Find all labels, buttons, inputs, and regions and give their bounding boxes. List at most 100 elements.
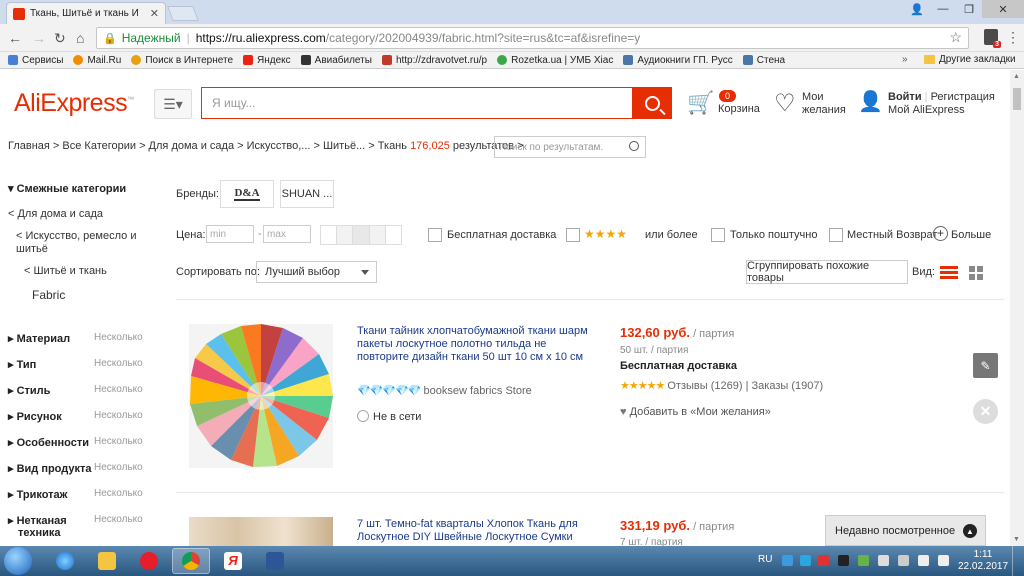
facet-pattern[interactable]: ▸ Рисунок Несколько — [8, 410, 148, 423]
window-close-icon[interactable]: ✕ — [982, 0, 1024, 18]
facet-features[interactable]: ▸ Особенности Несколько — [8, 436, 148, 449]
search-within-results-input[interactable]: Поиск по результатам. — [494, 136, 646, 158]
facet-nonwoven[interactable]: ▸ Нетканая Несколько — [8, 514, 148, 527]
tray-icon[interactable] — [818, 555, 829, 566]
search-button[interactable] — [632, 87, 672, 119]
search-input[interactable]: Я ищу... — [201, 87, 632, 119]
bookmark-rozetka[interactable]: Rozetka.ua | УМБ Xiac — [497, 55, 613, 66]
minimize-icon[interactable]: — — [930, 0, 956, 18]
grid-view-icon[interactable] — [969, 266, 983, 280]
start-button-icon[interactable] — [4, 547, 32, 575]
tray-icon[interactable] — [898, 555, 909, 566]
bookmark-search[interactable]: Поиск в Интернете — [131, 55, 233, 66]
taskbar-opera[interactable] — [130, 548, 168, 574]
product-image[interactable] — [189, 517, 333, 546]
reviews-link[interactable]: Отзывы (1269) — [667, 380, 742, 392]
forward-arrow-icon[interactable]: → — [32, 30, 46, 46]
local-return-checkbox[interactable] — [829, 228, 843, 242]
cart-link[interactable]: 🛒 0 Корзина — [687, 90, 760, 116]
profile-icon[interactable]: 👤 — [904, 0, 930, 18]
sort-select[interactable]: Лучший выбор — [256, 261, 377, 283]
bookmark-avia[interactable]: Авиабилеты — [300, 55, 372, 66]
plus-icon[interactable]: + — [933, 226, 948, 241]
related-categories-heading[interactable]: ▾ Смежные категории — [8, 182, 148, 195]
skype-icon[interactable] — [800, 555, 811, 566]
close-icon[interactable]: ✕ — [973, 399, 998, 424]
facet-product-kind[interactable]: ▸ Вид продукта Несколько — [8, 462, 148, 475]
taskbar-yandex[interactable]: Я — [214, 548, 252, 574]
free-shipping-checkbox[interactable] — [428, 228, 442, 242]
categories-menu-button[interactable]: ☰▾ — [154, 89, 192, 119]
facet-style[interactable]: ▸ Стиль Несколько — [8, 384, 148, 397]
aliexpress-logo[interactable]: AliExpress™ — [14, 89, 134, 118]
product-title-link[interactable]: Ткани тайник хлопчатобумажной ткани шарм… — [357, 325, 597, 364]
product-image[interactable] — [189, 324, 333, 468]
bookmark-audiobooks[interactable]: Аудиокниги ГП. Русс — [623, 55, 733, 66]
back-arrow-icon[interactable]: ← — [8, 30, 22, 46]
list-view-icon[interactable] — [940, 266, 958, 279]
maximize-icon[interactable]: ❐ — [956, 0, 982, 18]
search-icon[interactable] — [629, 141, 639, 151]
show-desktop-button[interactable] — [1012, 546, 1024, 576]
taskbar-explorer[interactable] — [88, 548, 126, 574]
login-link[interactable]: Войти — [888, 91, 922, 103]
new-tab-button[interactable] — [167, 6, 199, 21]
bookmark-yandex[interactable]: Яндекс — [243, 55, 291, 66]
facet-type[interactable]: ▸ Тип Несколько — [8, 358, 148, 371]
volume-icon[interactable] — [938, 555, 949, 566]
tab-close-icon[interactable]: ✕ — [150, 7, 159, 20]
product-title-link[interactable]: 7 шт. Темно-fat кварталы Хлопок Ткань дл… — [357, 518, 597, 546]
tray-icon[interactable] — [838, 555, 849, 566]
sidebar-link-sewing[interactable]: < Шитьё и ткань — [24, 265, 107, 277]
wishlist-link[interactable]: ♡ Мои желания — [774, 89, 846, 118]
scrollbar-thumb[interactable] — [1013, 88, 1021, 110]
brand-filter-shuan[interactable]: SHUAN ... — [280, 180, 334, 208]
download-icon[interactable] — [858, 555, 869, 566]
taskbar-chrome[interactable] — [172, 548, 210, 574]
price-min-input[interactable]: min — [206, 225, 254, 243]
recently-viewed-panel[interactable]: Недавно посмотренное ▲ — [825, 515, 986, 546]
more-filters-link[interactable]: Больше — [951, 229, 991, 241]
tray-icon[interactable] — [878, 555, 889, 566]
rating-checkbox[interactable] — [566, 228, 580, 242]
other-bookmarks[interactable]: Другие закладки — [924, 54, 1016, 65]
page-scrollbar[interactable]: ▲ ▼ — [1010, 70, 1024, 546]
taskbar-ie[interactable] — [46, 548, 84, 574]
group-similar-button[interactable]: Сгруппировать похожие товары — [746, 260, 908, 284]
my-aliexpress-link[interactable]: Мой AliExpress — [888, 104, 965, 116]
add-to-wishlist-link[interactable]: ♥ Добавить в «Мои желания» — [620, 406, 771, 418]
price-range-histogram[interactable] — [320, 225, 402, 245]
system-clock[interactable]: 1:11 22.02.2017 — [958, 549, 1008, 573]
bookmarks-overflow[interactable]: » — [902, 54, 908, 65]
sidebar-link-arts[interactable]: < Искусство, ремесло и — [16, 230, 136, 242]
breadcrumb-path[interactable]: Главная > Все Категории > Для дома и сад… — [8, 140, 407, 152]
bookmark-star-icon[interactable]: ☆ — [949, 29, 962, 46]
language-indicator[interactable]: RU — [758, 554, 772, 565]
home-icon[interactable]: ⌂ — [76, 30, 84, 46]
single-only-checkbox[interactable] — [711, 228, 725, 242]
bookmark-mailru[interactable]: Mail.Ru — [73, 55, 121, 66]
orders-link[interactable]: Заказы (1907) — [752, 380, 824, 392]
register-link[interactable]: Регистрация — [931, 91, 995, 103]
scroll-down-icon[interactable]: ▼ — [1013, 536, 1020, 543]
price-max-input[interactable]: max — [263, 225, 311, 243]
bookmark-apps[interactable]: Сервисы — [8, 55, 63, 66]
sidebar-link-arts-cont[interactable]: шитьё — [16, 243, 48, 255]
facet-knit[interactable]: ▸ Трикотаж Несколько — [8, 488, 148, 501]
tray-icon[interactable] — [782, 555, 793, 566]
brand-filter-da[interactable]: D&A — [220, 180, 274, 208]
store-link[interactable]: 💎💎💎💎💎 booksew fabrics Store — [357, 384, 532, 397]
network-icon[interactable] — [918, 555, 929, 566]
browser-tab[interactable]: Ткань, Шитьё и ткань И ✕ — [6, 2, 166, 24]
reload-icon[interactable]: ↻ — [54, 30, 66, 47]
taskbar-word[interactable] — [256, 548, 294, 574]
extension-icon[interactable]: 3 — [984, 29, 1001, 48]
chrome-menu-icon[interactable]: ⋮ — [1006, 29, 1020, 46]
edit-pencil-icon[interactable]: ✎ — [973, 353, 998, 378]
sidebar-link-home-garden[interactable]: < Для дома и сада — [8, 208, 103, 220]
omnibox[interactable]: 🔒 Надежный | https://ru.aliexpress.com /… — [96, 27, 969, 49]
bookmark-zdravotvet[interactable]: http://zdravotvet.ru/p — [381, 55, 487, 66]
scroll-up-icon[interactable]: ▲ — [1013, 73, 1020, 80]
facet-material[interactable]: ▸ Материал Несколько — [8, 332, 148, 345]
bookmark-wall[interactable]: Стена — [742, 55, 785, 66]
